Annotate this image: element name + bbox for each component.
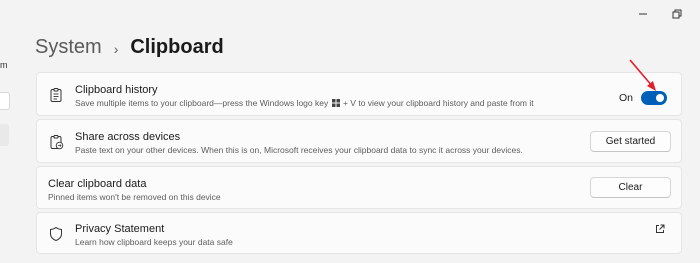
clear-clipboard-data-title: Clear clipboard data <box>48 178 147 190</box>
minimize-icon <box>639 13 647 15</box>
clipboard-share-icon <box>50 135 64 150</box>
clipboard-history-desc-part2: + V to view your clipboard history and p… <box>342 98 534 108</box>
share-across-devices-description: Paste text on your other devices. When t… <box>75 145 523 155</box>
share-across-devices-card: Share across devices Paste text on your … <box>36 119 682 163</box>
privacy-statement-title: Privacy Statement <box>75 223 165 235</box>
breadcrumb-separator: › <box>113 40 119 57</box>
windows-logo-icon <box>331 99 340 107</box>
window-controls <box>626 4 694 24</box>
clear-clipboard-data-description: Pinned items won't be removed on this de… <box>48 192 221 202</box>
clipboard-history-desc-part1: Save multiple items to your clipboard—pr… <box>75 98 329 108</box>
get-started-button[interactable]: Get started <box>590 131 671 152</box>
breadcrumb: System › Clipboard <box>35 36 224 59</box>
annotation-arrow-icon <box>629 59 656 91</box>
left-navigation: m <box>0 0 14 263</box>
restore-button[interactable] <box>660 4 694 24</box>
privacy-statement-description: Learn how clipboard keeps your data safe <box>75 237 233 247</box>
toggle-knob <box>656 94 664 102</box>
restore-icon <box>672 9 682 19</box>
external-link-icon[interactable] <box>655 224 665 234</box>
nav-item-fragment[interactable]: m <box>0 60 8 70</box>
clipboard-icon <box>50 88 62 102</box>
clipboard-history-title: Clipboard history <box>75 84 158 96</box>
share-across-devices-title: Share across devices <box>75 131 181 143</box>
clear-button[interactable]: Clear <box>590 177 671 198</box>
nav-search-fragment[interactable] <box>0 92 10 110</box>
clipboard-history-description: Save multiple items to your clipboard—pr… <box>75 98 534 108</box>
shield-icon <box>50 226 62 242</box>
breadcrumb-system-link[interactable]: System <box>35 36 102 59</box>
clipboard-history-card: Clipboard history Save multiple items to… <box>36 72 682 116</box>
page-title: Clipboard <box>130 36 224 58</box>
nav-selected-item-fragment[interactable] <box>0 124 9 146</box>
minimize-button[interactable] <box>626 4 660 24</box>
clear-clipboard-data-card: Clear clipboard data Pinned items won't … <box>36 166 682 209</box>
privacy-statement-card[interactable]: Privacy Statement Learn how clipboard ke… <box>36 212 682 254</box>
